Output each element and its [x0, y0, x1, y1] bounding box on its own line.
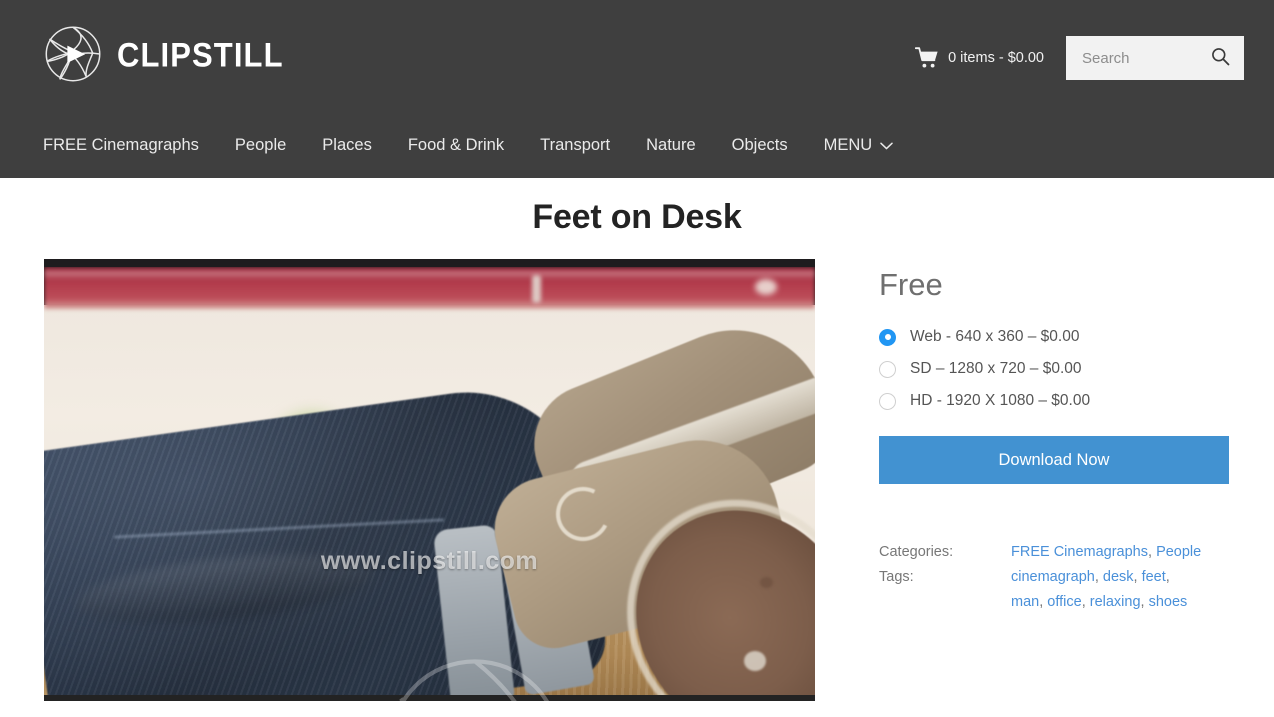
tag-link[interactable]: relaxing: [1090, 594, 1141, 610]
nav-item-menu[interactable]: MENU: [824, 136, 894, 155]
search-icon: [1211, 47, 1230, 69]
categories-label: Categories:: [879, 544, 954, 560]
shopping-cart-icon: [915, 47, 939, 69]
header-utilities: 0 items - $0.00: [915, 36, 1244, 80]
tag-link[interactable]: feet: [1142, 569, 1166, 585]
category-link[interactable]: FREE Cinemagraphs: [1011, 544, 1148, 560]
site-header: CLIPSTILL 0 items - $0.00 Search FREE Ci…: [0, 0, 1274, 178]
variation-label: HD - 1920 X 1080 – $0.00: [910, 392, 1091, 409]
download-now-button[interactable]: Download Now: [879, 436, 1229, 484]
search-box[interactable]: [1066, 36, 1244, 80]
categories-row: Categories: FREE Cinemagraphs, People: [879, 540, 1229, 565]
variation-label: SD – 1280 x 720 – $0.00: [910, 360, 1082, 377]
nav-label: Nature: [646, 135, 696, 154]
aperture-play-logo-icon: [43, 24, 103, 84]
nav-label: FREE Cinemagraphs: [43, 135, 199, 154]
variation-option-web[interactable]: Web - 640 x 360 – $0.00: [879, 328, 1229, 346]
search-input[interactable]: [1080, 36, 1210, 80]
category-link[interactable]: People: [1156, 544, 1201, 560]
nav-label: Food & Drink: [407, 135, 505, 154]
tags-values: cinemagraph, desk, feet, man, office, re…: [1011, 569, 1188, 610]
brand-name: CLIPSTILL: [117, 34, 284, 74]
site-logo-link[interactable]: CLIPSTILL: [43, 24, 284, 84]
main-navigation: FREE Cinemagraphs People Places Food & D…: [0, 112, 1274, 178]
categories-values: FREE Cinemagraphs, People: [1011, 544, 1202, 560]
variation-option-sd[interactable]: SD – 1280 x 720 – $0.00: [879, 360, 1229, 378]
nav-item-transport[interactable]: Transport: [540, 136, 610, 155]
variation-options: Web - 640 x 360 – $0.00 SD – 1280 x 720 …: [879, 328, 1229, 410]
product-meta: Categories: FREE Cinemagraphs, People Ta…: [879, 540, 1229, 615]
product-sidebar: Free Web - 640 x 360 – $0.00 SD – 1280 x…: [879, 259, 1229, 701]
cinemagraph-preview-image: www.clipstill.com: [44, 259, 815, 701]
variation-label: Web - 640 x 360 – $0.00: [910, 328, 1080, 345]
nav-label: Objects: [731, 135, 788, 154]
nav-item-free-cinemagraphs[interactable]: FREE Cinemagraphs: [43, 136, 199, 155]
tags-row: Tags: cinemagraph, desk, feet, man, offi…: [879, 565, 1229, 615]
nav-label: Places: [322, 135, 372, 154]
nav-item-people[interactable]: People: [235, 136, 286, 155]
tag-link[interactable]: shoes: [1149, 594, 1188, 610]
nav-item-food-and-drink[interactable]: Food & Drink: [408, 136, 504, 155]
variation-option-hd[interactable]: HD - 1920 X 1080 – $0.00: [879, 392, 1229, 410]
page-title: Feet on Desk: [532, 198, 742, 236]
nav-label: People: [234, 135, 287, 154]
cart-link[interactable]: 0 items - $0.00: [915, 47, 1044, 69]
price-heading: Free: [879, 267, 943, 302]
nav-item-nature[interactable]: Nature: [646, 136, 696, 155]
header-top-bar: CLIPSTILL 0 items - $0.00: [0, 0, 1274, 112]
radio-button-web[interactable]: [879, 328, 896, 346]
tag-link[interactable]: office: [1047, 594, 1081, 610]
cart-total-text: 0 items - $0.00: [948, 50, 1044, 66]
radio-button-sd[interactable]: [879, 360, 896, 378]
tag-link[interactable]: cinemagraph: [1011, 569, 1095, 585]
search-submit-button[interactable]: [1210, 48, 1230, 68]
product-media[interactable]: www.clipstill.com: [44, 259, 815, 701]
nav-item-places[interactable]: Places: [322, 136, 372, 155]
nav-label: Transport: [540, 135, 611, 154]
nav-item-objects[interactable]: Objects: [732, 136, 788, 155]
nav-label: MENU: [823, 135, 873, 154]
tags-label: Tags:: [879, 569, 914, 585]
tag-link[interactable]: desk: [1103, 569, 1134, 585]
tag-link[interactable]: man: [1011, 594, 1039, 610]
product-content: www.clipstill.com Free Web - 640 x 360 –…: [0, 237, 1274, 701]
chevron-down-icon: [880, 136, 893, 155]
radio-button-hd[interactable]: [879, 392, 896, 410]
